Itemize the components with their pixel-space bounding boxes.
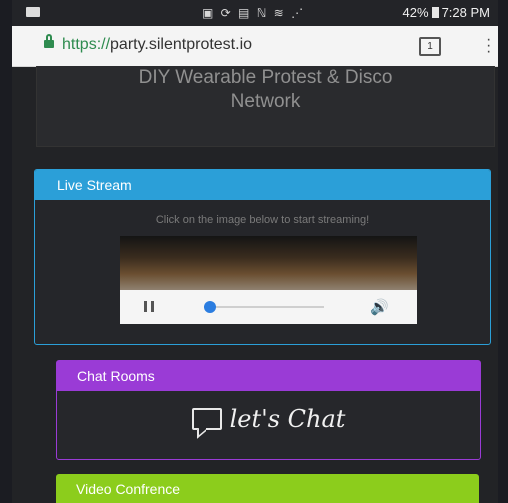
seek-bar[interactable] <box>204 306 324 308</box>
stream-video[interactable] <box>120 236 417 290</box>
clock: 7:28 PM <box>441 5 490 20</box>
chat-rooms-heading: Chat Rooms <box>57 361 480 391</box>
player-controls: 🔊 <box>120 290 417 324</box>
url-scheme: https:// <box>62 36 111 53</box>
live-stream-panel: Live Stream Click on the image below to … <box>34 169 491 345</box>
volume-icon[interactable]: 🔊 <box>370 298 389 316</box>
lets-chat-text: let's Chat <box>229 405 346 433</box>
site-title-line2: Network <box>230 91 301 112</box>
chat-bubble-icon <box>191 408 222 430</box>
site-title: DIY Wearable Protest & Disco Network <box>37 66 494 114</box>
url-host: party.silentprotest.io <box>110 36 253 53</box>
address-bar[interactable]: https://party.silentprotest.io 1 · · · <box>12 26 498 67</box>
site-title-line1: DIY Wearable Protest & Disco <box>138 67 393 88</box>
lock-icon <box>44 34 54 48</box>
pause-icon[interactable] <box>144 301 154 312</box>
phone-screen: ▣ ⟳ ▤ ℕ ≋ ⋰ 42% 7:28 PM https://party.sil… <box>12 0 498 503</box>
seek-knob[interactable] <box>204 301 216 313</box>
kebab-menu-icon[interactable]: · · · <box>486 32 491 60</box>
tab-switcher-button[interactable]: 1 <box>419 37 441 56</box>
live-stream-heading: Live Stream <box>35 170 490 200</box>
status-right: 42% 7:28 PM <box>403 5 490 20</box>
battery-icon <box>431 7 439 18</box>
battery-percent: 42% <box>402 5 429 20</box>
video-conference-heading: Video Confrence <box>76 481 181 497</box>
video-conference-panel[interactable]: Video Confrence <box>56 474 479 503</box>
status-icons: ▣ ⟳ ▤ ℕ ≋ ⋰ <box>202 6 306 20</box>
url-text[interactable]: https://party.silentprotest.io <box>62 36 252 54</box>
lets-chat-logo[interactable]: let's Chat <box>57 405 480 433</box>
notification-icon <box>26 7 40 17</box>
live-stream-hint: Click on the image below to start stream… <box>155 214 370 226</box>
status-bar: ▣ ⟳ ▤ ℕ ≋ ⋰ 42% 7:28 PM <box>12 0 498 26</box>
header-card: DIY Wearable Protest & Disco Network <box>36 66 495 147</box>
chat-rooms-panel[interactable]: Chat Rooms let's Chat <box>56 360 481 460</box>
